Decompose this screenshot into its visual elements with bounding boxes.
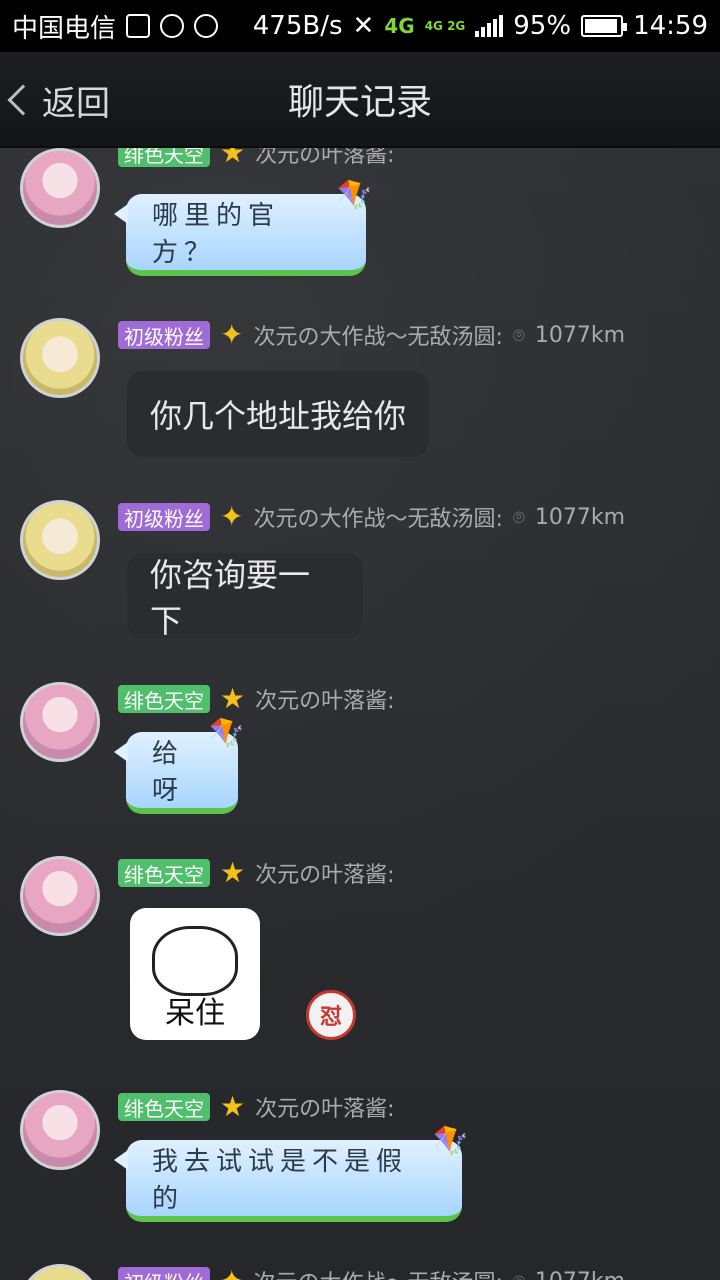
message-text: 给呀 [152, 739, 185, 806]
distance: 1077km [535, 1269, 625, 1280]
sender-name: 次元の大作战～无敌汤圆: [253, 325, 503, 350]
star-icon: ★ [220, 1090, 246, 1123]
header-bar: 返回 聊天记录 [0, 52, 720, 148]
message-text: 你咨询要一下 [150, 556, 311, 640]
star-icon: ✦ [220, 1267, 243, 1280]
sender-name: 次元の大作战～无敌汤圆: [253, 1265, 502, 1280]
message-bubble[interactable]: 你几个地址我给你 [126, 370, 430, 458]
distance: 1077km [534, 322, 626, 348]
network-type-small: 4G 2G [424, 19, 466, 33]
kite-icon: 🪁 [337, 178, 378, 211]
user-badge: 初级粉丝 [118, 1267, 210, 1280]
user-badge: 绯色天空 [118, 1093, 210, 1121]
back-label: 返回 [42, 83, 110, 124]
star-icon: ★ [220, 682, 246, 715]
sender-name: 次元の叶落酱: [255, 1097, 395, 1122]
sticker-image[interactable]: 呆住 [130, 908, 260, 1040]
message-text: 我去试试是不是假的 [152, 1147, 409, 1214]
clock: 14:59 [633, 11, 708, 41]
avatar[interactable] [20, 500, 100, 580]
star-icon: ★ [220, 148, 246, 169]
location-pin-icon: ⌾ [513, 1269, 525, 1280]
network-type: 4G [384, 14, 415, 38]
user-badge: 绯色天空 [118, 685, 210, 713]
sticker-face [152, 926, 238, 996]
alarm-icon [194, 14, 219, 38]
message-bubble[interactable]: 我去试试是不是假的 🪁 [114, 1124, 468, 1222]
message-bubble[interactable]: 你咨询要一下 [126, 552, 364, 640]
chat-history-list[interactable]: 绯色天空 ★ 次元の叶落酱: 哪里的官方？ 🪁 初级粉丝 ✦ 次元の大作战～无敌… [0, 148, 720, 1280]
carrier-label: 中国电信 [12, 13, 117, 44]
kite-icon: 🪁 [209, 716, 250, 749]
avatar[interactable] [20, 682, 100, 762]
avatar[interactable] [20, 1264, 100, 1280]
message-text: 哪里的官方？ [152, 201, 281, 268]
user-badge: 绯色天空 [118, 859, 210, 887]
sync-icon [160, 14, 185, 38]
image-icon [126, 14, 151, 38]
sender-name: 次元の叶落酱: [255, 863, 395, 888]
signal-icon [475, 15, 504, 37]
star-icon: ★ [220, 856, 246, 889]
location-pin-icon: ⌾ [512, 323, 525, 347]
avatar[interactable] [20, 148, 100, 228]
star-icon: ✦ [220, 500, 244, 533]
chevron-left-icon [7, 84, 39, 116]
location-pin-icon: ⌾ [512, 505, 525, 529]
sender-name: 次元の大作战～无敌汤圆: [253, 507, 503, 532]
status-bar: 中国电信 475B/s ✕ 4G 4G 2G 95% 14:59 [0, 0, 720, 52]
battery-icon [581, 15, 628, 37]
message-bubble[interactable]: 哪里的官方？ 🪁 [114, 178, 372, 276]
sender-name: 次元の叶落酱: [255, 148, 395, 168]
star-icon: ✦ [220, 318, 244, 351]
user-badge: 绯色天空 [118, 148, 210, 167]
sender-name: 次元の叶落酱: [255, 689, 395, 714]
vibrate-off-icon: ✕ [352, 11, 375, 41]
avatar[interactable] [20, 1090, 100, 1170]
kite-icon: 🪁 [433, 1124, 474, 1157]
back-button[interactable]: 返回 [7, 76, 110, 124]
user-badge: 初级粉丝 [118, 321, 210, 349]
user-badge: 初级粉丝 [118, 503, 210, 531]
avatar[interactable] [20, 856, 100, 936]
network-speed: 475B/s [252, 11, 343, 41]
reaction-badge[interactable]: 怼 [306, 990, 356, 1040]
message-text: 你几个地址我给你 [150, 397, 407, 435]
page-title: 聊天记录 [287, 82, 432, 123]
avatar[interactable] [20, 318, 100, 398]
distance: 1077km [534, 504, 626, 530]
battery-percent: 95% [513, 11, 572, 41]
message-bubble[interactable]: 给呀 🪁 [114, 716, 244, 814]
